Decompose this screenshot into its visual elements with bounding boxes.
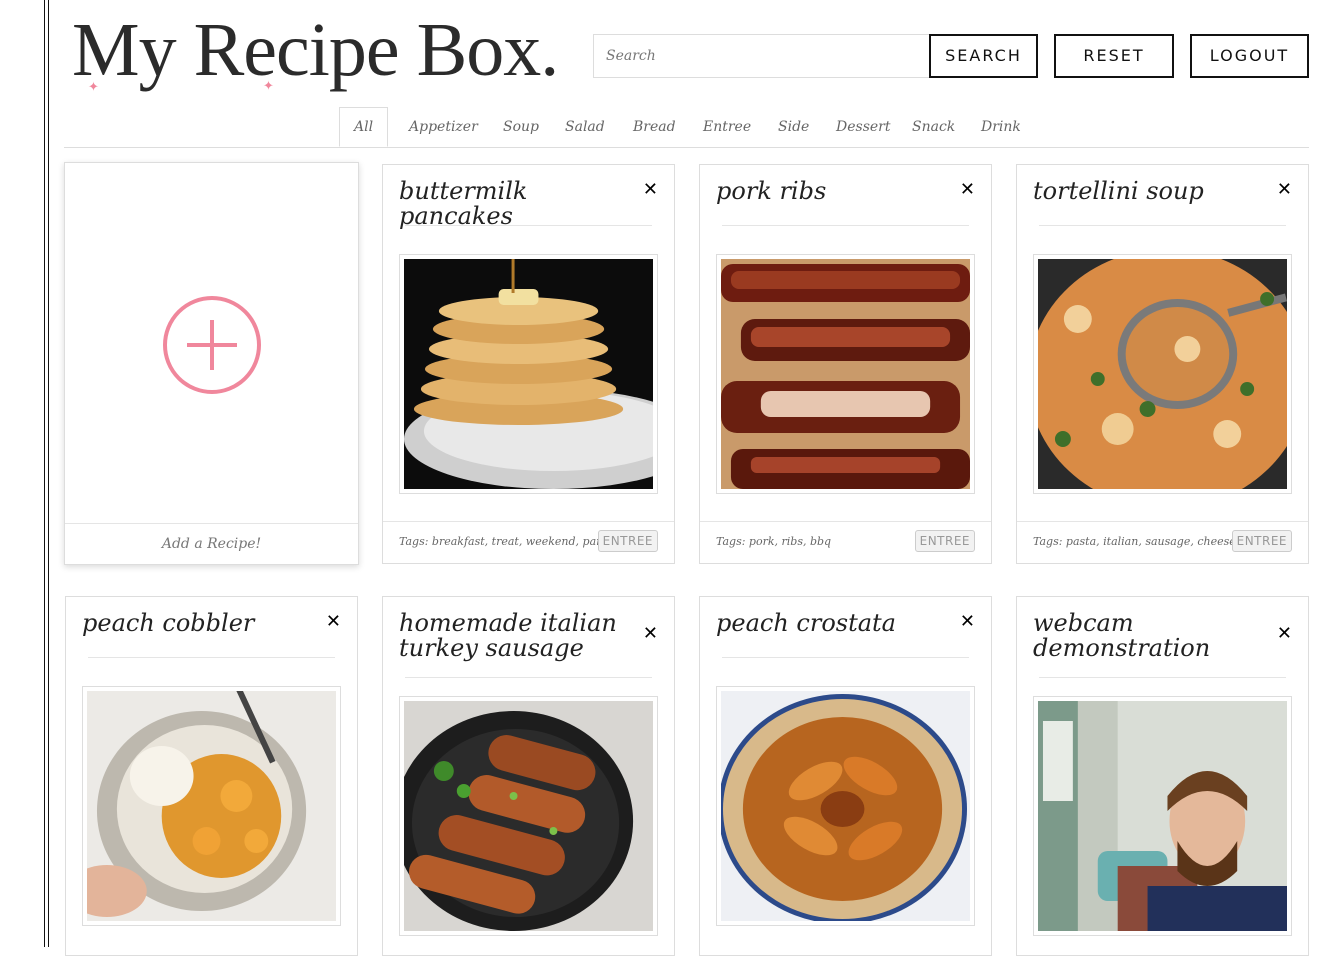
close-icon[interactable]: ✕ bbox=[1277, 625, 1292, 643]
search-button[interactable]: SEARCH bbox=[929, 34, 1038, 78]
recipe-title: buttermilk pancakes bbox=[399, 177, 528, 230]
add-recipe-label: Add a Recipe! bbox=[65, 523, 358, 564]
recipe-card[interactable]: peach cobbler ✕ bbox=[65, 596, 358, 956]
recipe-card[interactable]: pork ribs ✕ Tags: pork, ribs, bbq ENTREE bbox=[699, 164, 992, 564]
divider bbox=[1039, 225, 1286, 226]
recipe-image bbox=[716, 686, 975, 926]
recipe-image bbox=[394, 696, 658, 936]
close-icon[interactable]: ✕ bbox=[960, 613, 975, 631]
tab-drink[interactable]: Drink bbox=[981, 107, 1021, 147]
recipe-card[interactable]: webcam demonstration ✕ bbox=[1016, 596, 1309, 956]
card-footer: Tags: pork, ribs, bbq ENTREE bbox=[700, 521, 991, 564]
tab-snack[interactable]: Snack bbox=[912, 107, 955, 147]
logout-button[interactable]: LOGOUT bbox=[1190, 34, 1309, 78]
app-logo: My Recipe Box. bbox=[72, 8, 559, 92]
recipe-tags: Tags: breakfast, treat, weekend, pancake bbox=[399, 535, 630, 548]
divider bbox=[722, 657, 969, 658]
recipe-image bbox=[1028, 249, 1307, 509]
recipe-card[interactable]: buttermilk pancakes ✕ Tags: breakfast, t… bbox=[382, 164, 703, 564]
recipe-title: pork ribs bbox=[716, 177, 827, 205]
recipe-image bbox=[716, 254, 975, 494]
recipe-title: tortellini soup bbox=[1033, 177, 1204, 205]
divider bbox=[1039, 677, 1286, 678]
plus-circle-icon[interactable] bbox=[163, 296, 261, 394]
tab-bread[interactable]: Bread bbox=[633, 107, 676, 147]
recipe-title: homemade italian turkey sausage bbox=[399, 609, 617, 662]
recipe-tags: Tags: pasta, italian, sausage, cheese bbox=[1033, 535, 1236, 548]
page-border-left-inner bbox=[48, 0, 49, 947]
recipe-card[interactable]: peach crostata ✕ bbox=[699, 596, 992, 956]
tab-all[interactable]: All bbox=[339, 107, 389, 147]
divider bbox=[722, 225, 969, 226]
category-tabs: All Appetizer Soup Salad Bread Entree Si… bbox=[64, 107, 1309, 148]
category-badge[interactable]: ENTREE bbox=[1231, 530, 1292, 552]
search-input[interactable] bbox=[593, 34, 929, 78]
tab-entree[interactable]: Entree bbox=[703, 107, 751, 147]
close-icon[interactable]: ✕ bbox=[326, 613, 341, 631]
recipe-card[interactable]: homemade italian turkey sausage ✕ bbox=[382, 596, 675, 956]
recipe-tags: Tags: pork, ribs, bbq bbox=[716, 535, 832, 548]
card-footer: Tags: pasta, italian, sausage, cheese EN… bbox=[1017, 521, 1308, 564]
recipe-title: peach crostata bbox=[716, 609, 896, 637]
category-badge[interactable]: ENTREE bbox=[914, 530, 975, 552]
tab-side[interactable]: Side bbox=[778, 107, 809, 147]
divider bbox=[405, 225, 652, 226]
tab-soup[interactable]: Soup bbox=[503, 107, 539, 147]
close-icon[interactable]: ✕ bbox=[1277, 181, 1292, 199]
tab-dessert[interactable]: Dessert bbox=[836, 107, 890, 147]
divider bbox=[88, 657, 335, 658]
recipe-card[interactable]: tortellini soup ✕ Tags: pasta, italian, … bbox=[1016, 164, 1309, 564]
tab-salad[interactable]: Salad bbox=[565, 107, 605, 147]
sparkle-icon: ✦ bbox=[263, 79, 274, 94]
recipe-title: webcam demonstration bbox=[1033, 609, 1211, 662]
recipe-image bbox=[399, 254, 703, 494]
divider bbox=[405, 677, 652, 678]
card-footer: Tags: breakfast, treat, weekend, pancake… bbox=[383, 521, 674, 564]
page-border-left-outer bbox=[44, 0, 45, 947]
sparkle-icon: ✦ bbox=[88, 80, 99, 95]
recipe-image bbox=[67, 686, 341, 926]
recipe-image bbox=[1033, 696, 1292, 936]
close-icon[interactable]: ✕ bbox=[643, 625, 658, 643]
add-recipe-card[interactable]: Add a Recipe! bbox=[64, 162, 359, 565]
recipe-title: peach cobbler bbox=[82, 609, 255, 637]
category-badge[interactable]: ENTREE bbox=[597, 530, 658, 552]
close-icon[interactable]: ✕ bbox=[643, 181, 658, 199]
tab-appetizer[interactable]: Appetizer bbox=[409, 107, 478, 147]
close-icon[interactable]: ✕ bbox=[960, 181, 975, 199]
reset-button[interactable]: RESET bbox=[1054, 34, 1174, 78]
